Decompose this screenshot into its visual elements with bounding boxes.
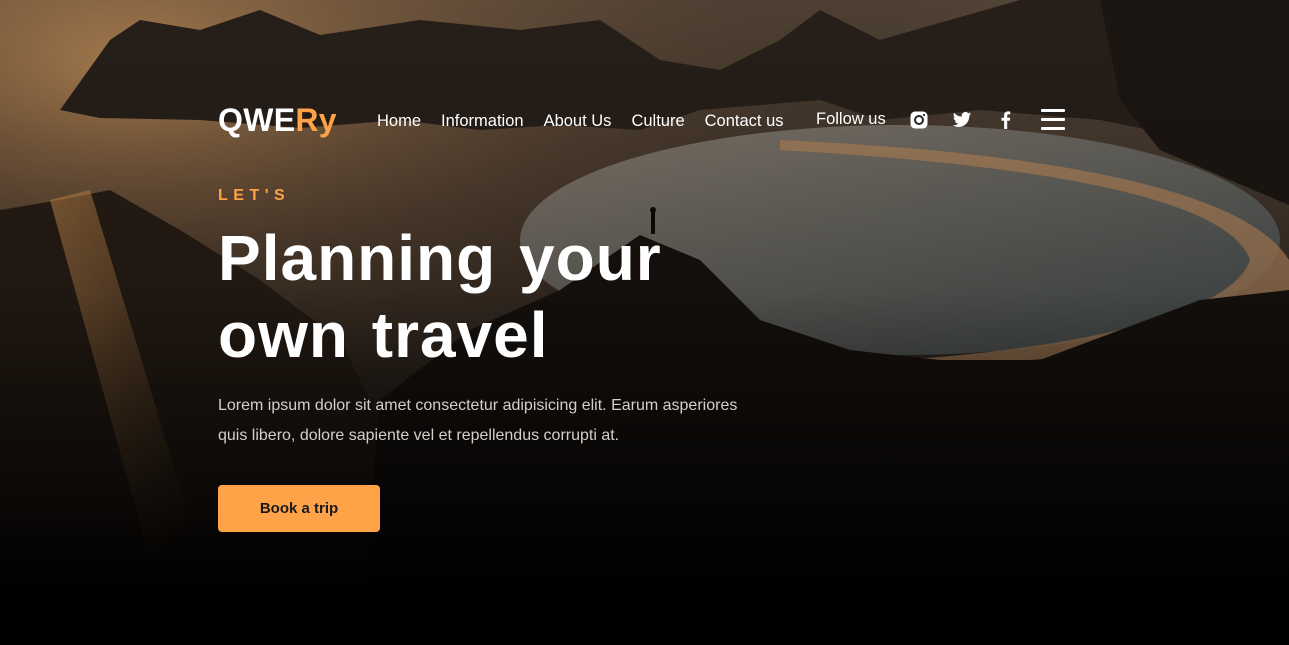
- logo-accent-text: Ry: [295, 102, 337, 138]
- instagram-icon[interactable]: [909, 110, 929, 130]
- nav-item-contact-us[interactable]: Contact us: [705, 110, 784, 132]
- nav-item-culture[interactable]: Culture: [631, 110, 684, 132]
- nav-item-home[interactable]: Home: [377, 110, 421, 132]
- facebook-icon[interactable]: [996, 110, 1016, 130]
- book-a-trip-button[interactable]: Book a trip: [218, 485, 380, 532]
- hamburger-menu-icon[interactable]: [1041, 108, 1065, 131]
- menu-bar-bottom: [1041, 127, 1065, 130]
- twitter-icon[interactable]: [952, 110, 972, 130]
- menu-bar-top: [1041, 109, 1065, 112]
- hero-description: Lorem ipsum dolor sit amet consectetur a…: [218, 397, 738, 444]
- menu-bar-middle: [1041, 118, 1065, 121]
- logo-main-text: QWE: [218, 102, 296, 138]
- hero-eyebrow: LET'S: [218, 187, 291, 204]
- main-navigation: Home Information About Us Culture Contac…: [377, 110, 784, 132]
- hero-headline: Planning your own travel: [218, 222, 662, 371]
- brand-logo[interactable]: QWERy: [218, 100, 337, 140]
- hero-section: QWERy Home Information About Us Culture …: [0, 0, 1289, 645]
- nav-item-information[interactable]: Information: [441, 110, 524, 132]
- follow-us-label: Follow us: [816, 110, 886, 128]
- nav-item-about-us[interactable]: About Us: [544, 110, 612, 132]
